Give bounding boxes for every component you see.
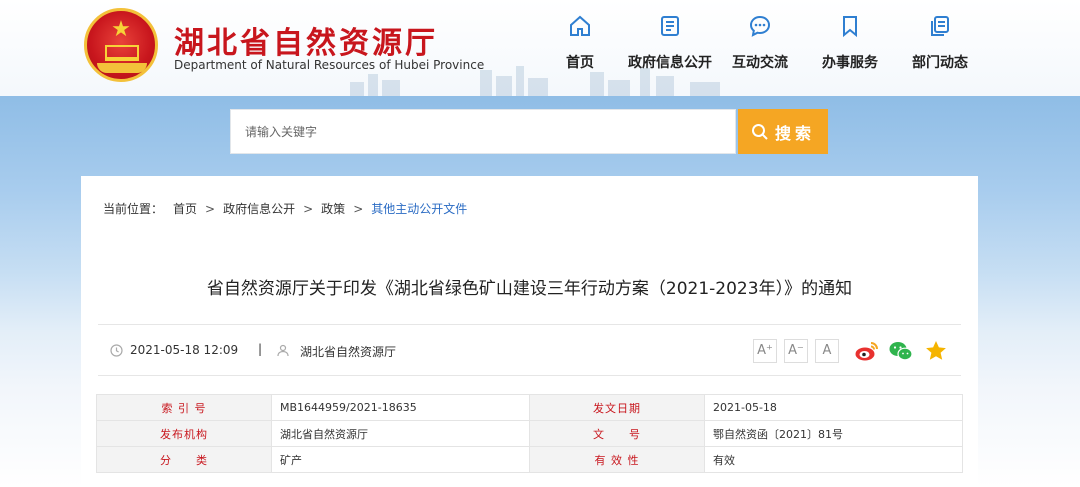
publisher-name: 湖北省自然资源厅 (300, 345, 397, 359)
font-reset-button[interactable]: A (815, 339, 839, 363)
organization-icon (277, 344, 289, 357)
font-increase-button[interactable]: A⁺ (753, 339, 777, 363)
breadcrumb-home[interactable]: 首页 (173, 200, 197, 217)
info-key: 文 号 (529, 420, 705, 447)
info-value: MB1644959/2021-18635 (271, 394, 530, 421)
wechat-icon[interactable] (888, 339, 914, 363)
info-value: 湖北省自然资源厅 (271, 420, 530, 447)
search-icon (751, 123, 768, 140)
info-value: 矿产 (271, 446, 530, 473)
nav-label: 部门动态 (912, 55, 968, 71)
bookmark-icon (843, 16, 857, 38)
chat-icon (749, 15, 771, 37)
nav-gov-info[interactable]: 政府信息公开 (625, 14, 715, 72)
publish-datetime: 2021-05-18 12:09 (130, 343, 239, 357)
clock-icon (110, 344, 123, 357)
weibo-icon[interactable] (854, 339, 880, 363)
national-emblem-logo: ★ (84, 8, 158, 82)
article-card: 当前位置： 首页 > 政府信息公开 > 政策 > 其他主动公开文件 省自然资源厅… (81, 176, 978, 487)
info-key: 发布机构 (96, 420, 272, 447)
search-input[interactable] (231, 110, 735, 153)
info-key: 索 引 号 (96, 394, 272, 421)
main-nav: 首页 政府信息公开 互动交流 办事服务 部门动态 (535, 14, 985, 72)
meta-divider: | (258, 342, 263, 356)
nav-label: 办事服务 (822, 55, 878, 71)
nav-home[interactable]: 首页 (535, 14, 625, 72)
search-button-label: 搜索 (774, 123, 815, 143)
nav-services[interactable]: 办事服务 (805, 14, 895, 72)
nav-label: 互动交流 (732, 55, 788, 71)
chevron-right-icon: > (353, 201, 364, 216)
info-key: 有 效 性 (529, 446, 705, 473)
nav-interaction[interactable]: 互动交流 (715, 14, 805, 72)
document-icon (661, 16, 679, 36)
breadcrumb-prefix: 当前位置： (103, 202, 164, 216)
site-title: 湖北省自然资源厅 (174, 26, 438, 61)
search-box (230, 109, 736, 154)
document-info-table: 索 引 号 MB1644959/2021-18635 发文日期 2021-05-… (96, 394, 963, 473)
table-row: 发布机构 湖北省自然资源厅 文 号 鄂自然资函〔2021〕81号 (96, 420, 963, 447)
document-meta-bar: 2021-05-18 12:09 | 湖北省自然资源厅 A⁺ A⁻ A (98, 324, 961, 376)
font-decrease-button[interactable]: A⁻ (784, 339, 808, 363)
document-title: 省自然资源厅关于印发《湖北省绿色矿山建设三年行动方案（2021-2023年）》的… (206, 279, 853, 299)
info-value: 2021-05-18 (704, 394, 963, 421)
breadcrumb-policy[interactable]: 政策 (321, 200, 345, 217)
site-header: ★ 湖北省自然资源厅 Department of Natural Resourc… (0, 0, 1080, 96)
search-button[interactable]: 搜索 (738, 109, 828, 154)
favorite-star-icon[interactable] (924, 339, 948, 363)
breadcrumb-gov-info[interactable]: 政府信息公开 (223, 200, 295, 217)
info-key: 发文日期 (529, 394, 705, 421)
chevron-right-icon: > (205, 201, 216, 216)
info-key: 分 类 (96, 446, 272, 473)
nav-dept-news[interactable]: 部门动态 (895, 14, 985, 72)
info-value: 鄂自然资函〔2021〕81号 (704, 420, 963, 447)
home-icon (570, 15, 590, 36)
copy-icon (931, 16, 949, 36)
breadcrumb: 当前位置： 首页 > 政府信息公开 > 政策 > 其他主动公开文件 (103, 200, 467, 217)
table-row: 索 引 号 MB1644959/2021-18635 发文日期 2021-05-… (96, 394, 963, 421)
table-row: 分 类 矿产 有 效 性 有效 (96, 446, 963, 473)
nav-label: 政府信息公开 (628, 55, 712, 71)
chevron-right-icon: > (303, 201, 314, 216)
breadcrumb-current[interactable]: 其他主动公开文件 (371, 200, 467, 217)
nav-label: 首页 (566, 55, 594, 71)
info-value: 有效 (704, 446, 963, 473)
